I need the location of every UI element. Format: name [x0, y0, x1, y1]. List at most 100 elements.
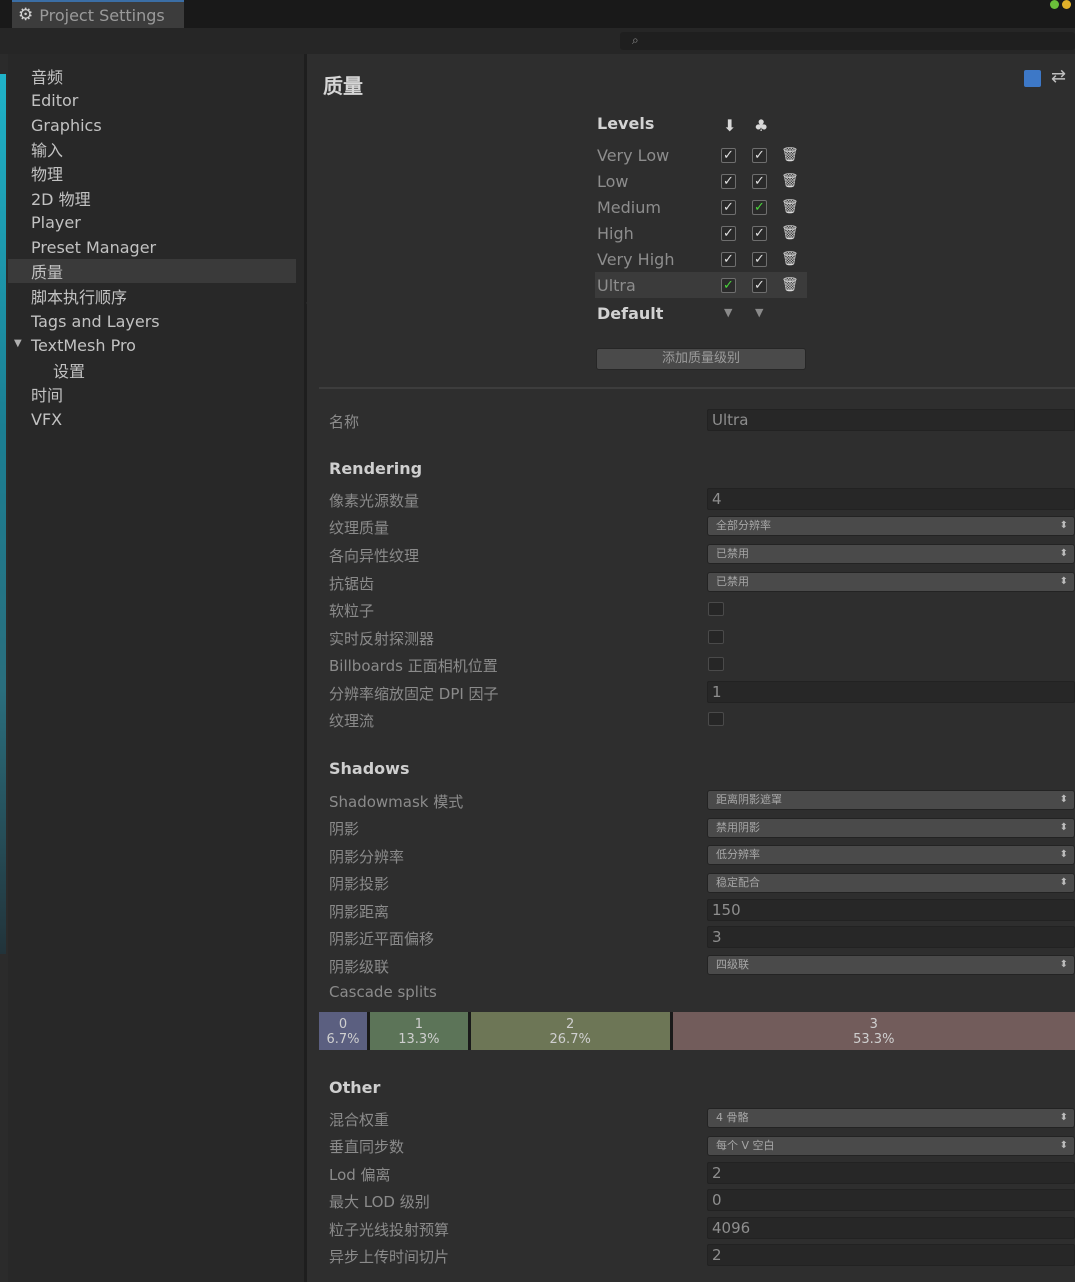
level-checkbox[interactable]: ✓ — [721, 225, 736, 241]
level-checkbox-default[interactable]: ✓ — [752, 199, 767, 215]
async-timeslice-field[interactable]: 2 — [707, 1244, 1075, 1266]
level-checkbox[interactable]: ✓ — [752, 277, 767, 293]
dropdown-arrow-icon: ⬍ — [1059, 548, 1068, 559]
levels-header: Levels — [597, 114, 655, 133]
level-row-low[interactable]: Low ✓ ✓ 🗑 — [595, 168, 807, 194]
level-checkbox[interactable]: ✓ — [721, 199, 736, 215]
texture-streaming-checkbox[interactable] — [708, 712, 724, 726]
sidebar-item-audio[interactable]: 音频 — [8, 64, 296, 88]
max-lod-label: 最大 LOD 级别 — [329, 1193, 430, 1211]
shadow-distance-field[interactable]: 150 — [707, 899, 1075, 921]
sidebar-item-physics[interactable]: 物理 — [8, 161, 296, 185]
sidebar-item-graphics[interactable]: Graphics — [8, 113, 296, 137]
trash-icon[interactable]: 🗑 — [781, 225, 799, 241]
cascade-split-0[interactable]: 0 6.7% — [319, 1012, 370, 1050]
level-checkbox-default[interactable]: ✓ — [721, 277, 736, 293]
level-row-very-low[interactable]: Very Low ✓ ✓ 🗑 — [595, 142, 807, 168]
default-mobile-dropdown-icon[interactable]: ▼ — [755, 306, 763, 319]
lod-bias-label: Lod 偏离 — [329, 1166, 391, 1184]
cascade-split-2[interactable]: 2 26.7% — [470, 1012, 673, 1050]
sidebar-item-quality[interactable]: 质量 — [8, 259, 296, 283]
default-label: Default — [597, 304, 664, 323]
sidebar-item-player[interactable]: Player — [8, 210, 296, 234]
trash-icon[interactable]: 🗑 — [781, 147, 799, 163]
rendering-header: Rendering — [329, 459, 423, 478]
level-checkbox[interactable]: ✓ — [752, 225, 767, 241]
sidebar-item-vfx[interactable]: VFX — [8, 407, 296, 431]
sidebar-item-tags-layers[interactable]: Tags and Layers — [8, 309, 296, 333]
shadow-near-plane-field[interactable]: 3 — [707, 926, 1075, 948]
cascade-split-3[interactable]: 3 53.3% — [672, 1012, 1075, 1050]
dropdown-arrow-icon: ⬍ — [1059, 576, 1068, 587]
cascade-splits-bar[interactable]: 0 6.7% 1 13.3% 2 26.7% 3 53.3% — [319, 1012, 1075, 1050]
default-desktop-dropdown-icon[interactable]: ▼ — [724, 306, 732, 319]
dropdown-arrow-icon: ⬍ — [1059, 822, 1068, 833]
antialias-dropdown[interactable]: 已禁用 ⬍ — [707, 572, 1075, 592]
max-lod-field[interactable]: 0 — [707, 1189, 1075, 1211]
level-checkbox[interactable]: ✓ — [752, 147, 767, 163]
level-checkbox[interactable]: ✓ — [752, 173, 767, 189]
blend-weights-dropdown[interactable]: 4 骨骼 ⬍ — [707, 1108, 1075, 1128]
anisotropic-label: 各向异性纹理 — [329, 547, 420, 565]
window-green-icon[interactable] — [1050, 0, 1059, 9]
raycast-budget-field[interactable]: 4096 — [707, 1217, 1075, 1239]
trash-icon[interactable]: 🗑 — [781, 173, 799, 189]
realtime-probes-checkbox[interactable] — [708, 630, 724, 644]
dropdown-arrow-icon: ⬍ — [1059, 959, 1068, 970]
shadow-resolution-dropdown[interactable]: 低分辨率 ⬍ — [707, 845, 1075, 865]
sidebar-item-script-order[interactable]: 脚本执行顺序 — [8, 284, 296, 308]
help-book-icon[interactable] — [1024, 70, 1041, 87]
level-row-high[interactable]: High ✓ ✓ 🗑 — [595, 220, 807, 246]
search-input[interactable]: ⌕ — [620, 32, 1075, 50]
level-checkbox[interactable]: ✓ — [721, 251, 736, 267]
billboards-checkbox[interactable] — [708, 657, 724, 671]
level-checkbox[interactable]: ✓ — [752, 251, 767, 267]
sidebar-item-textmesh-pro[interactable]: ▼ TextMesh Pro — [8, 333, 296, 357]
level-row-very-high[interactable]: Very High ✓ ✓ 🗑 — [595, 246, 807, 272]
level-checkbox[interactable]: ✓ — [721, 173, 736, 189]
dropdown-arrow-icon: ⬍ — [1059, 1140, 1068, 1151]
add-quality-level-button[interactable]: 添加质量级别 — [596, 348, 806, 370]
window-tab-bar: ⚙ Project Settings — [0, 0, 1075, 28]
shadow-cascades-label: 阴影级联 — [329, 958, 390, 976]
sidebar-item-tmp-settings[interactable]: 设置 — [8, 358, 296, 382]
sidebar-item-preset-manager[interactable]: Preset Manager — [8, 235, 296, 259]
pixel-light-field[interactable]: 4 — [707, 488, 1075, 510]
soft-particles-checkbox[interactable] — [708, 602, 724, 616]
sidebar-item-physics-2d[interactable]: 2D 物理 — [8, 186, 296, 210]
window-yellow-icon[interactable] — [1062, 0, 1071, 9]
shadowmask-dropdown[interactable]: 距离阴影遮罩 ⬍ — [707, 790, 1075, 810]
sidebar-item-editor[interactable]: Editor — [8, 88, 296, 112]
shadowmask-label: Shadowmask 模式 — [329, 793, 464, 811]
cascade-splits-label: Cascade splits — [329, 983, 437, 1001]
lod-bias-field[interactable]: 2 — [707, 1162, 1075, 1184]
shadow-distance-label: 阴影距离 — [329, 903, 390, 921]
shadow-cascades-dropdown[interactable]: 四级联 ⬍ — [707, 955, 1075, 975]
level-row-medium[interactable]: Medium ✓ ✓ 🗑 — [595, 194, 807, 220]
dpi-factor-field[interactable]: 1 — [707, 681, 1075, 703]
raycast-budget-label: 粒子光线投射预算 — [329, 1221, 450, 1239]
vsync-dropdown[interactable]: 每个 V 空白 ⬍ — [707, 1136, 1075, 1156]
presets-sliders-icon[interactable]: ⇄ — [1051, 66, 1066, 87]
shadows-label: 阴影 — [329, 820, 360, 838]
async-timeslice-label: 异步上传时间切片 — [329, 1248, 450, 1266]
trash-icon[interactable]: 🗑 — [781, 251, 799, 267]
shadow-projection-dropdown[interactable]: 稳定配合 ⬍ — [707, 873, 1075, 893]
trash-icon[interactable]: 🗑 — [781, 199, 799, 215]
level-checkbox[interactable]: ✓ — [721, 147, 736, 163]
shadow-resolution-label: 阴影分辨率 — [329, 848, 405, 866]
desktop-platform-icon: ⬇ — [723, 116, 737, 135]
search-icon: ⌕ — [632, 33, 639, 47]
project-settings-tab[interactable]: ⚙ Project Settings — [12, 0, 184, 28]
anisotropic-dropdown[interactable]: 已禁用 ⬍ — [707, 544, 1075, 564]
texture-quality-dropdown[interactable]: 全部分辨率 ⬍ — [707, 516, 1075, 536]
sidebar-item-input[interactable]: 输入 — [8, 137, 296, 161]
level-row-ultra[interactable]: Ultra ✓ ✓ 🗑 — [595, 272, 807, 298]
name-field[interactable]: Ultra — [707, 409, 1075, 431]
sidebar-item-time[interactable]: 时间 — [8, 382, 296, 406]
cascade-split-1[interactable]: 1 13.3% — [369, 1012, 471, 1050]
dropdown-arrow-icon: ⬍ — [1059, 794, 1068, 805]
expand-arrow-icon[interactable]: ▼ — [14, 338, 22, 349]
shadows-dropdown[interactable]: 禁用阴影 ⬍ — [707, 818, 1075, 838]
trash-icon[interactable]: 🗑 — [781, 277, 799, 293]
